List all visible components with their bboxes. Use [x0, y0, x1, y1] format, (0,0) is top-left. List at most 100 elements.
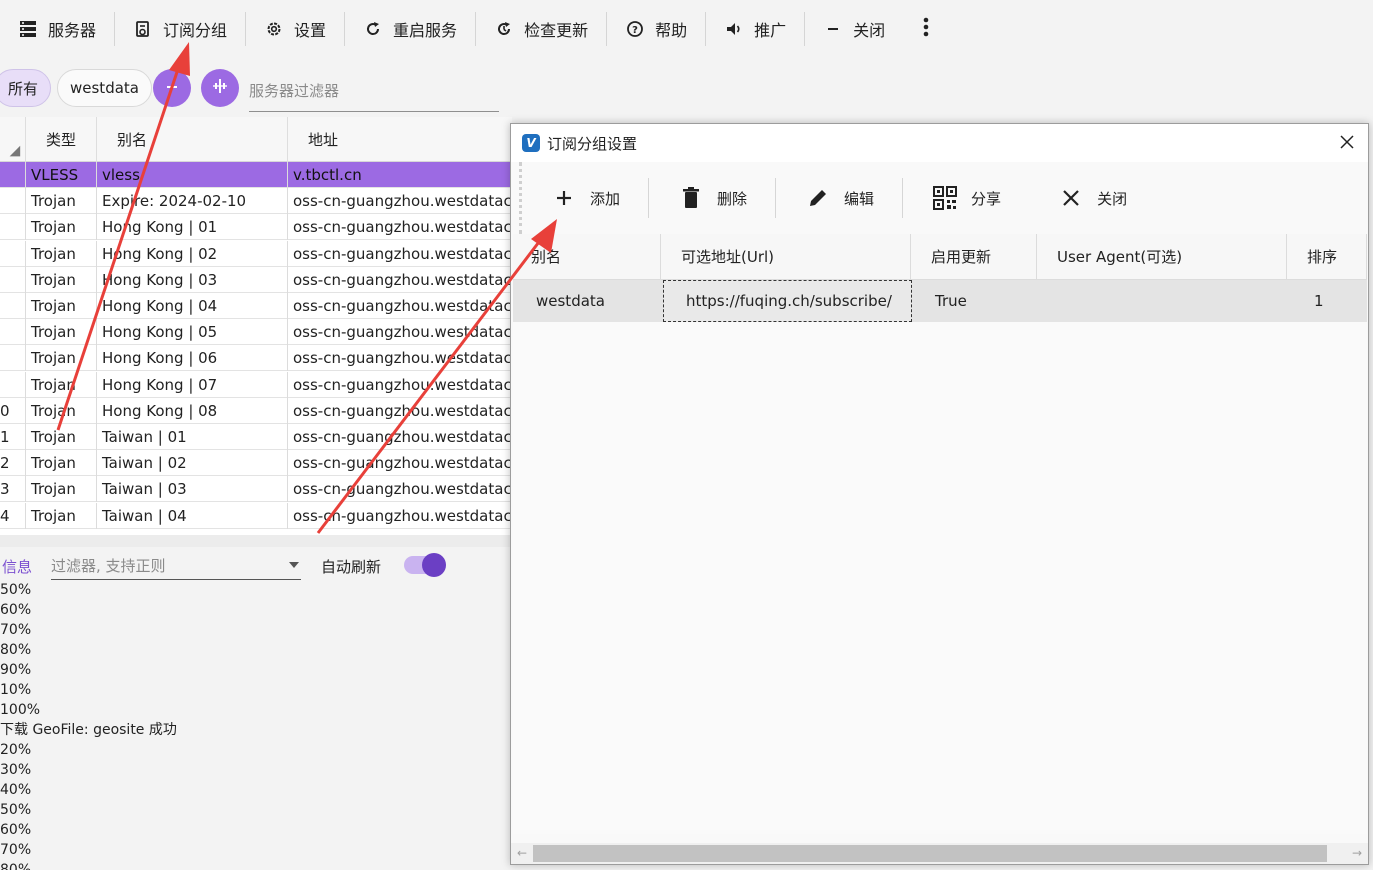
- chevron-down-icon[interactable]: [289, 562, 299, 568]
- cell-type[interactable]: Trojan: [26, 266, 97, 293]
- cell-alias[interactable]: Taiwan | 01: [97, 424, 288, 450]
- table-row[interactable]: westdata https://fuqing.ch/subscribe/ Tr…: [513, 280, 1367, 322]
- cell-alias[interactable]: Taiwan | 03: [97, 476, 288, 503]
- delete-subscription-button[interactable]: 删除: [649, 162, 775, 234]
- cell-type[interactable]: Trojan: [26, 293, 97, 319]
- group-chip-westdata[interactable]: westdata: [57, 69, 152, 107]
- cell-url[interactable]: https://fuqing.ch/subscribe/: [663, 280, 912, 322]
- row-index[interactable]: [0, 162, 26, 188]
- cell-type[interactable]: Trojan: [26, 502, 97, 529]
- restart-service-button[interactable]: 重启服务: [345, 0, 475, 58]
- cell-alias[interactable]: westdata: [513, 280, 661, 322]
- table-row[interactable]: Trojan Hong Kong | 02 oss-cn-guangzhou.wes…: [0, 240, 512, 267]
- table-row[interactable]: 4 Trojan Taiwan | 04 oss-cn-guangzhou.westd…: [0, 502, 512, 529]
- cell-alias[interactable]: Expire: 2024-02-10: [97, 188, 288, 215]
- cell-alias[interactable]: Hong Kong | 04: [97, 293, 288, 319]
- table-row[interactable]: 1 Trojan Taiwan | 01 oss-cn-guangzhou.westd…: [0, 424, 512, 450]
- row-index[interactable]: [0, 266, 26, 293]
- table-row[interactable]: Trojan Expire: 2024-02-10 oss-cn-guangzhou…: [0, 188, 512, 215]
- cell-type[interactable]: VLESS: [26, 162, 97, 188]
- settings-button[interactable]: 设置: [246, 0, 344, 58]
- auto-refresh-toggle[interactable]: [404, 553, 446, 577]
- cell-address[interactable]: oss-cn-guangzhou.westdatacloud: [288, 241, 512, 267]
- cell-type[interactable]: Trojan: [26, 424, 97, 450]
- table-row[interactable]: Trojan Hong Kong | 07 oss-cn-guangzhou.wes…: [0, 371, 512, 398]
- column-header-alias[interactable]: 别名: [97, 117, 288, 162]
- row-index[interactable]: [0, 345, 26, 372]
- share-subscription-button[interactable]: 分享: [903, 162, 1029, 234]
- cell-address[interactable]: oss-cn-guangzhou.westdatacloud: [288, 345, 512, 371]
- cell-alias[interactable]: vless: [97, 162, 288, 188]
- more-menu-button[interactable]: [911, 0, 941, 58]
- cell-alias[interactable]: Hong Kong | 02: [97, 240, 288, 267]
- column-header-url[interactable]: 可选地址(Url): [661, 234, 911, 280]
- close-dialog-button[interactable]: 关闭: [1029, 162, 1155, 234]
- cell-type[interactable]: Trojan: [26, 345, 97, 372]
- cell-address[interactable]: oss-cn-guangzhou.westdatacloud: [288, 214, 512, 240]
- row-index[interactable]: [0, 188, 26, 215]
- table-row[interactable]: 0 Trojan Hong Kong | 08 oss-cn-guangzhou.we…: [0, 397, 512, 424]
- split-view-button[interactable]: [201, 69, 239, 107]
- cell-enable-update[interactable]: True: [911, 280, 1037, 322]
- help-button[interactable]: ? 帮助: [607, 0, 705, 58]
- cell-alias[interactable]: Taiwan | 04: [97, 502, 288, 529]
- cell-type[interactable]: Trojan: [26, 240, 97, 267]
- column-header-sort[interactable]: 排序: [1287, 234, 1367, 280]
- cell-type[interactable]: Trojan: [26, 450, 97, 477]
- table-row[interactable]: Trojan Hong Kong | 03 oss-cn-guangzhou.wes…: [0, 266, 512, 293]
- cell-alias[interactable]: Hong Kong | 05: [97, 319, 288, 346]
- cell-alias[interactable]: Hong Kong | 07: [97, 371, 288, 398]
- cell-address[interactable]: oss-cn-guangzhou.westdatacloud: [288, 398, 512, 424]
- cell-alias[interactable]: Taiwan | 02: [97, 450, 288, 477]
- column-header-user-agent[interactable]: User Agent(可选): [1037, 234, 1287, 280]
- cell-type[interactable]: Trojan: [26, 476, 97, 503]
- scrollbar-thumb[interactable]: [533, 845, 1327, 862]
- row-index[interactable]: 4: [0, 502, 26, 529]
- cell-address[interactable]: oss-cn-guangzhou.westdatacloud: [288, 476, 512, 502]
- promotion-button[interactable]: 推广: [706, 0, 804, 58]
- add-group-button[interactable]: [153, 69, 191, 107]
- row-index[interactable]: [0, 319, 26, 346]
- cell-address[interactable]: oss-cn-guangzhou.westdatacloud: [288, 424, 512, 450]
- cell-address[interactable]: oss-cn-guangzhou.westdatacloud: [288, 372, 512, 398]
- cell-type[interactable]: Trojan: [26, 214, 97, 241]
- scroll-left-icon[interactable]: ←: [517, 846, 527, 860]
- edit-subscription-button[interactable]: 编辑: [776, 162, 902, 234]
- cell-user-agent[interactable]: [1037, 280, 1287, 322]
- scroll-right-icon[interactable]: →: [1352, 846, 1362, 860]
- subscription-group-button[interactable]: 订阅分组: [115, 0, 245, 58]
- cell-alias[interactable]: Hong Kong | 03: [97, 266, 288, 293]
- table-row[interactable]: Trojan Hong Kong | 01 oss-cn-guangzhou.wes…: [0, 214, 512, 241]
- cell-address[interactable]: oss-cn-guangzhou.westdatacloud: [288, 188, 512, 214]
- check-update-button[interactable]: 检查更新: [476, 0, 606, 58]
- select-all-corner[interactable]: [0, 117, 26, 162]
- row-index[interactable]: [0, 240, 26, 267]
- server-grid-scrollbar[interactable]: [0, 535, 512, 547]
- column-header-type[interactable]: 类型: [26, 117, 97, 162]
- log-filter-input[interactable]: 过滤器, 支持正则: [51, 552, 301, 580]
- cell-sort[interactable]: 1: [1287, 280, 1367, 322]
- servers-button[interactable]: 服务器: [0, 0, 114, 58]
- cell-alias[interactable]: Hong Kong | 01: [97, 214, 288, 241]
- column-header-alias[interactable]: 别名: [513, 234, 661, 280]
- table-row[interactable]: Trojan Hong Kong | 06 oss-cn-guangzhou.wes…: [0, 345, 512, 372]
- column-header-enable-update[interactable]: 启用更新: [911, 234, 1037, 280]
- table-row[interactable]: 3 Trojan Taiwan | 03 oss-cn-guangzhou.westd…: [0, 476, 512, 503]
- cell-alias[interactable]: Hong Kong | 08: [97, 397, 288, 424]
- cell-address[interactable]: oss-cn-guangzhou.westdatacloud: [288, 319, 512, 345]
- row-index[interactable]: 0: [0, 397, 26, 424]
- cell-type[interactable]: Trojan: [26, 188, 97, 215]
- table-row[interactable]: 2 Trojan Taiwan | 02 oss-cn-guangzhou.westd…: [0, 450, 512, 477]
- cell-type[interactable]: Trojan: [26, 319, 97, 346]
- row-index[interactable]: 2: [0, 450, 26, 477]
- table-row[interactable]: Trojan Hong Kong | 05 oss-cn-guangzhou.wes…: [0, 319, 512, 346]
- row-index[interactable]: 1: [0, 424, 26, 450]
- cell-address[interactable]: oss-cn-guangzhou.westdatacloud: [288, 293, 512, 319]
- cell-address[interactable]: oss-cn-guangzhou.westdatacloud: [288, 450, 512, 476]
- close-button[interactable]: 关闭: [805, 0, 903, 58]
- row-index[interactable]: [0, 214, 26, 241]
- cell-alias[interactable]: Hong Kong | 06: [97, 345, 288, 372]
- row-index[interactable]: [0, 371, 26, 398]
- cell-type[interactable]: Trojan: [26, 371, 97, 398]
- dialog-close-button[interactable]: [1334, 130, 1360, 156]
